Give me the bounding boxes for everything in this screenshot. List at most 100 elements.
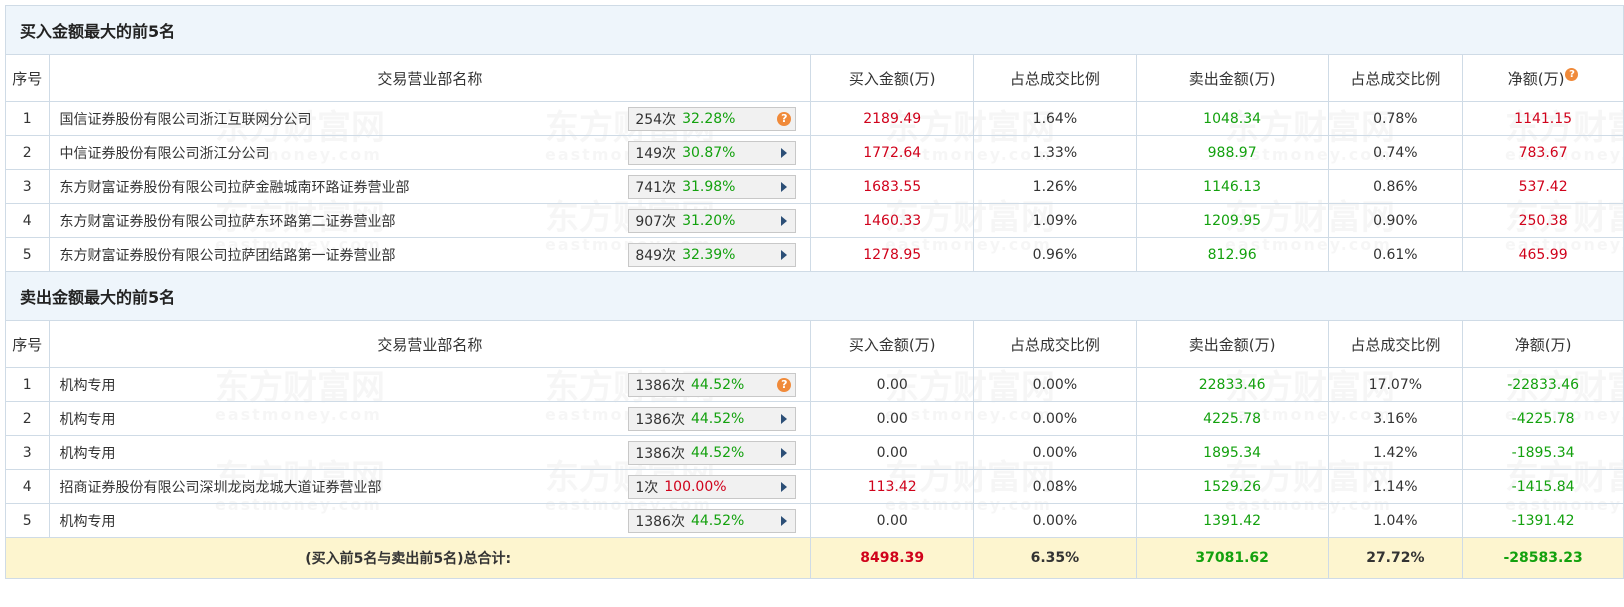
buy-amount-cell: 1772.64: [810, 135, 975, 170]
sell-ratio-cell: 0.78%: [1327, 101, 1464, 136]
buy-ratio-cell: 1.26%: [973, 169, 1137, 204]
appearance-count: 1次: [635, 479, 659, 496]
help-icon[interactable]: ?: [1565, 67, 1579, 81]
total-sell-amount: 37081.62: [1135, 537, 1329, 579]
sell-ratio-cell: 0.90%: [1327, 203, 1464, 238]
branch-name-link[interactable]: 机构专用: [60, 409, 116, 429]
branch-stats-button[interactable]: 741次 31.98%: [628, 174, 797, 199]
total-row: (买入前5名与卖出前5名)总合计: 8498.39 6.35% 37081.62…: [4, 537, 1624, 579]
branch-cell: 中信证券股份有限公司浙江分公司 149次 30.87%: [48, 135, 812, 170]
buy-amount-cell: 0.00: [810, 367, 975, 402]
branch-stats-button[interactable]: 1次 100.00%: [628, 474, 797, 499]
question-icon[interactable]: ?: [777, 111, 792, 126]
rank-cell: 2: [5, 401, 50, 436]
buy-amount-cell: 113.42: [810, 469, 975, 504]
table-row: 4 东方财富证券股份有限公司拉萨东环路第二证券营业部 907次 31.20% 1…: [5, 203, 1624, 238]
branch-cell: 东方财富证券股份有限公司拉萨东环路第二证券营业部 907次 31.20%: [48, 203, 812, 238]
sell-amount-cell: 22833.46: [1135, 367, 1329, 402]
appearance-count: 1386次: [635, 377, 685, 394]
branch-name-link[interactable]: 中信证券股份有限公司浙江分公司: [60, 143, 270, 163]
rank-cell: 4: [5, 203, 50, 238]
buy-ratio-cell: 0.00%: [973, 503, 1137, 538]
branch-name-link[interactable]: 东方财富证券股份有限公司拉萨金融城南环路证券营业部: [60, 177, 410, 197]
col-header-branch-name: 交易营业部名称: [48, 54, 812, 102]
buy-amount-cell: 1460.33: [810, 203, 975, 238]
play-arrow-icon[interactable]: [781, 147, 788, 158]
branch-stats-button[interactable]: 907次 31.20%: [628, 208, 797, 233]
col-header-sell-ratio: 占总成交比例: [1327, 320, 1464, 368]
branch-stats-button[interactable]: 1386次 44.52%: [628, 440, 797, 465]
col-header-net: 净额(万): [1462, 320, 1624, 368]
col-header-net: 净额(万)?: [1462, 54, 1624, 102]
appearance-count: 1386次: [635, 445, 685, 462]
buy-ratio-cell: 1.64%: [973, 101, 1137, 136]
branch-stats-button[interactable]: 1386次 44.52%: [628, 508, 797, 533]
win-rate: 100.00%: [664, 478, 727, 495]
table-row: 1 机构专用 1386次 44.52% ? 0.00 0.00% 22833.4…: [5, 367, 1624, 402]
play-arrow-icon[interactable]: [781, 447, 788, 458]
net-amount-cell: -4225.78: [1462, 401, 1624, 436]
play-arrow-icon[interactable]: [781, 413, 788, 424]
sell-amount-cell: 988.97: [1135, 135, 1329, 170]
table-row: 5 东方财富证券股份有限公司拉萨团结路第一证券营业部 849次 32.39% 1…: [5, 237, 1624, 272]
total-net-amount: -28583.23: [1462, 537, 1624, 579]
branch-name-link[interactable]: 机构专用: [60, 375, 116, 395]
net-amount-cell: -1415.84: [1462, 469, 1624, 504]
branch-name-link[interactable]: 国信证券股份有限公司浙江互联网分公司: [60, 109, 312, 129]
play-arrow-icon[interactable]: [781, 181, 788, 192]
net-amount-cell: -1895.34: [1462, 435, 1624, 470]
branch-name-link[interactable]: 东方财富证券股份有限公司拉萨团结路第一证券营业部: [60, 245, 396, 265]
table-row: 2 中信证券股份有限公司浙江分公司 149次 30.87% 1772.64 1.…: [5, 135, 1624, 170]
branch-stats-button[interactable]: 254次 32.28% ?: [628, 106, 797, 131]
sell-top5-title: 卖出金额最大的前5名: [5, 271, 1624, 321]
sell-amount-cell: 1146.13: [1135, 169, 1329, 204]
sell-ratio-cell: 1.04%: [1327, 503, 1464, 538]
play-arrow-icon[interactable]: [781, 215, 788, 226]
branch-cell: 国信证券股份有限公司浙江互联网分公司 254次 32.28% ?: [48, 101, 812, 136]
win-rate: 44.52%: [690, 410, 745, 427]
branch-stats-button[interactable]: 1386次 44.52% ?: [628, 372, 797, 397]
net-amount-cell: -1391.42: [1462, 503, 1624, 538]
win-rate: 44.52%: [690, 376, 745, 393]
total-label: (买入前5名与卖出前5名)总合计:: [4, 537, 812, 579]
sell-ratio-cell: 0.86%: [1327, 169, 1464, 204]
branch-stats-button[interactable]: 1386次 44.52%: [628, 406, 797, 431]
branch-cell: 机构专用 1386次 44.52%: [48, 401, 812, 436]
col-header-sell-ratio: 占总成交比例: [1327, 54, 1464, 102]
win-rate: 44.52%: [690, 444, 745, 461]
sell-amount-cell: 4225.78: [1135, 401, 1329, 436]
branch-name-link[interactable]: 东方财富证券股份有限公司拉萨东环路第二证券营业部: [60, 211, 396, 231]
branch-cell: 机构专用 1386次 44.52%: [48, 503, 812, 538]
branch-stats-button[interactable]: 149次 30.87%: [628, 140, 797, 165]
buy-amount-cell: 1683.55: [810, 169, 975, 204]
net-amount-cell: 783.67: [1462, 135, 1624, 170]
sell-amount-cell: 1048.34: [1135, 101, 1329, 136]
buy-top5-title: 买入金额最大的前5名: [5, 5, 1624, 55]
col-header-buy-amount: 买入金额(万): [810, 320, 975, 368]
question-icon[interactable]: ?: [777, 377, 792, 392]
branch-name-link[interactable]: 机构专用: [60, 511, 116, 531]
sell-amount-cell: 1529.26: [1135, 469, 1329, 504]
col-header-buy-amount: 买入金额(万): [810, 54, 975, 102]
branch-cell: 东方财富证券股份有限公司拉萨团结路第一证券营业部 849次 32.39%: [48, 237, 812, 272]
col-header-rank: 序号: [5, 320, 50, 368]
appearance-count: 849次: [635, 247, 677, 264]
appearance-count: 1386次: [635, 513, 685, 530]
play-arrow-icon[interactable]: [781, 481, 788, 492]
branch-name-link[interactable]: 招商证券股份有限公司深圳龙岗龙城大道证券营业部: [60, 477, 382, 497]
branch-cell: 机构专用 1386次 44.52%: [48, 435, 812, 470]
table-row: 2 机构专用 1386次 44.52% 0.00 0.00% 4225.78 3…: [5, 401, 1624, 436]
buy-ratio-cell: 0.08%: [973, 469, 1137, 504]
win-rate: 32.28%: [682, 110, 736, 127]
buy-amount-cell: 0.00: [810, 435, 975, 470]
col-header-buy-ratio: 占总成交比例: [973, 54, 1137, 102]
play-arrow-icon[interactable]: [781, 249, 788, 260]
branch-stats-button[interactable]: 849次 32.39%: [628, 242, 797, 267]
net-amount-cell: -22833.46: [1462, 367, 1624, 402]
col-header-sell-amount: 卖出金额(万): [1135, 320, 1329, 368]
branch-name-link[interactable]: 机构专用: [60, 443, 116, 463]
table-row: 3 机构专用 1386次 44.52% 0.00 0.00% 1895.34 1…: [5, 435, 1624, 470]
rank-cell: 2: [5, 135, 50, 170]
sell-ratio-cell: 0.61%: [1327, 237, 1464, 272]
play-arrow-icon[interactable]: [781, 515, 788, 526]
